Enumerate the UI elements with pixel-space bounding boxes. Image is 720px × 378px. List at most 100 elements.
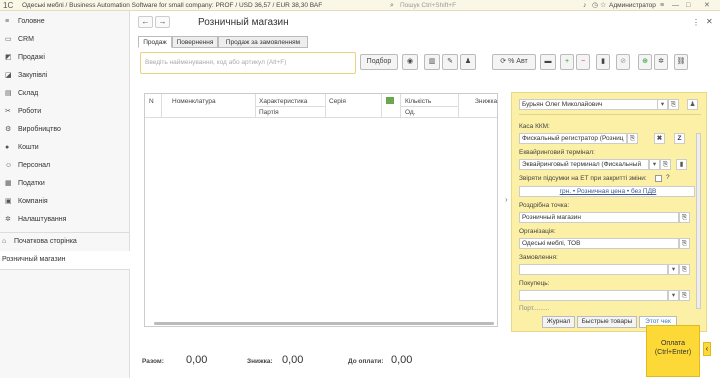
horizontal-scrollbar[interactable] [154, 322, 494, 325]
sidebar-home[interactable]: ⌂ Початкова сторінка [0, 233, 130, 251]
order-field[interactable] [519, 264, 668, 275]
cancel-button[interactable]: ⊘ [616, 54, 630, 70]
sidebar-item-purchases[interactable]: ◪ Закупівлі [0, 67, 130, 85]
sum-value: 0,00 [186, 354, 208, 366]
page-title: Розничный магазин [198, 17, 289, 28]
sidebar-item-label: Продажі [18, 54, 45, 61]
dropdown-icon[interactable]: ▾ [668, 264, 679, 275]
settings-button[interactable]: ✲ [654, 54, 668, 70]
sidebar-item-crm[interactable]: ▭ CRM [0, 31, 130, 49]
star-icon[interactable]: ☆ [600, 1, 606, 10]
open-icon[interactable]: ⎘ [679, 290, 690, 301]
dropdown-icon[interactable]: ▾ [668, 290, 679, 301]
purchases-icon: ◪ [5, 72, 12, 79]
terminal-icon[interactable]: ▮ [676, 159, 687, 170]
pay-button[interactable]: Оплата (Ctrl+Enter) [646, 325, 700, 377]
current-user[interactable]: Администратор [609, 1, 656, 10]
sidebar-item-staff[interactable]: ☺ Персонал [0, 157, 130, 175]
global-search-input[interactable]: Пошук Ctrl+Shift+F [400, 1, 550, 10]
search-icon[interactable]: ⌕ [390, 1, 394, 10]
cashier-field[interactable]: Бурьян Олег Миколайович [519, 99, 665, 110]
close-icon[interactable]: ✕ [704, 1, 710, 10]
open-icon[interactable]: ⎘ [668, 99, 679, 110]
tab-journal[interactable]: Журнал [542, 316, 575, 328]
remove-row-button[interactable]: − [576, 54, 590, 70]
delete-button[interactable]: ▮ [596, 54, 610, 70]
goods-table[interactable]: N Номенклатура Характеристика Партія Сер… [144, 93, 498, 327]
sidebar-item-production[interactable]: ⚙ Виробництво [0, 121, 130, 139]
close-shift-icon[interactable]: ✖ [654, 133, 665, 144]
sidebar-item-taxes[interactable]: ▦ Податки [0, 175, 130, 193]
chevron-right-icon[interactable]: › [505, 195, 508, 204]
org-field[interactable]: Одеські меблі, ТОВ [519, 238, 679, 249]
tab-sale[interactable]: Продаж [138, 36, 172, 48]
more-icon[interactable]: ⋮ [692, 18, 700, 27]
sidebar-item-main[interactable]: ≡ Головне [0, 13, 130, 31]
open-icon[interactable]: ⎘ [679, 212, 690, 223]
minimize-icon[interactable]: — [672, 1, 679, 10]
buyer-field[interactable] [519, 290, 668, 301]
sidebar-item-works[interactable]: ✂ Роботи [0, 103, 130, 121]
tab-sale-by-order[interactable]: Продаж за замовленням [218, 36, 308, 48]
back-button[interactable]: ← [138, 16, 153, 28]
menu-icon[interactable]: ≡ [660, 1, 664, 10]
edit-button[interactable]: ✎ [442, 54, 458, 70]
minus-icon: − [580, 58, 586, 65]
vertical-scrollbar[interactable] [696, 133, 701, 309]
sidebar-item-company[interactable]: ▣ Компанія [0, 193, 130, 211]
col-series[interactable]: Серія [329, 96, 346, 107]
dropdown-icon[interactable]: ▾ [657, 99, 668, 110]
open-icon[interactable]: ⎘ [679, 264, 690, 275]
col-batch[interactable]: Партія [259, 107, 279, 118]
auto-discount-label: % Авт [508, 58, 528, 65]
col-quantity[interactable]: Кількість [405, 96, 431, 107]
price-type-link[interactable]: грн. • Розничная цена • без ПДВ [519, 186, 695, 197]
link-button[interactable]: ⛓ [674, 54, 688, 70]
col-nomenclature[interactable]: Номенклатура [172, 96, 216, 107]
product-search-input[interactable]: Введіть найменування, код або артикул (A… [140, 52, 356, 74]
pencil-icon: ✎ [447, 58, 453, 65]
customer-button[interactable]: ♟ [460, 54, 476, 70]
app-logo-icon: 1C [3, 1, 14, 10]
person-icon[interactable]: ♟ [687, 99, 698, 110]
dropdown-icon[interactable]: ▾ [649, 159, 660, 170]
col-discount[interactable]: Знижка [475, 96, 497, 107]
reconcile-checkbox[interactable] [655, 175, 662, 182]
close-icon[interactable]: ✕ [706, 17, 713, 26]
card-button[interactable]: ▬ [540, 54, 556, 70]
chevron-left-icon[interactable]: ‹ [703, 342, 711, 356]
col-n[interactable]: N [149, 96, 154, 107]
tab-quick-goods[interactable]: Быстрые товары [577, 316, 637, 328]
report-icon[interactable]: Z [674, 133, 685, 144]
tab-return[interactable]: Повернення [172, 36, 218, 48]
sum-label: Разом: [142, 358, 164, 365]
header-divider [145, 117, 497, 118]
open-window-tab[interactable]: Розничный магазин [0, 251, 130, 269]
scan-button[interactable]: ▥ [424, 54, 440, 70]
sidebar-item-warehouse[interactable]: ▤ Склад [0, 85, 130, 103]
sidebar-item-settings[interactable]: ✲ Налаштування [0, 211, 130, 229]
select-button[interactable]: Подбор [360, 54, 398, 70]
sidebar-item-sales[interactable]: ◩ Продажі [0, 49, 130, 67]
store-field[interactable]: Розничный магазин [519, 212, 679, 223]
open-icon[interactable]: ⎘ [679, 238, 690, 249]
kkm-field[interactable]: Фискальный регистратор (Розниц [519, 133, 627, 144]
view-button[interactable]: ◉ [402, 54, 418, 70]
auto-discount-button[interactable]: ⟳ % Авт [492, 54, 536, 70]
open-icon[interactable]: ⎘ [660, 159, 671, 170]
history-icon[interactable]: ◷ [592, 1, 598, 10]
terminal-field[interactable]: Эквайринговый терминал (Фискальный [519, 159, 649, 170]
sidebar-item-money[interactable]: ● Кошти [0, 139, 130, 157]
maximize-icon[interactable]: □ [686, 1, 690, 10]
help-icon[interactable]: ? [666, 174, 670, 181]
col-characteristic[interactable]: Характеристика [259, 96, 307, 107]
pay-button-shortcut: (Ctrl+Enter) [654, 349, 692, 356]
open-icon[interactable]: ⎘ [627, 133, 638, 144]
bell-icon[interactable]: ♪ [583, 1, 587, 10]
col-unit[interactable]: Од. [405, 107, 416, 118]
create-button[interactable]: ⊕ [638, 54, 652, 70]
add-row-button[interactable]: + [560, 54, 574, 70]
link-icon: ⛓ [676, 58, 686, 65]
sidebar-item-label: Головне [18, 18, 45, 25]
forward-button[interactable]: → [155, 16, 170, 28]
